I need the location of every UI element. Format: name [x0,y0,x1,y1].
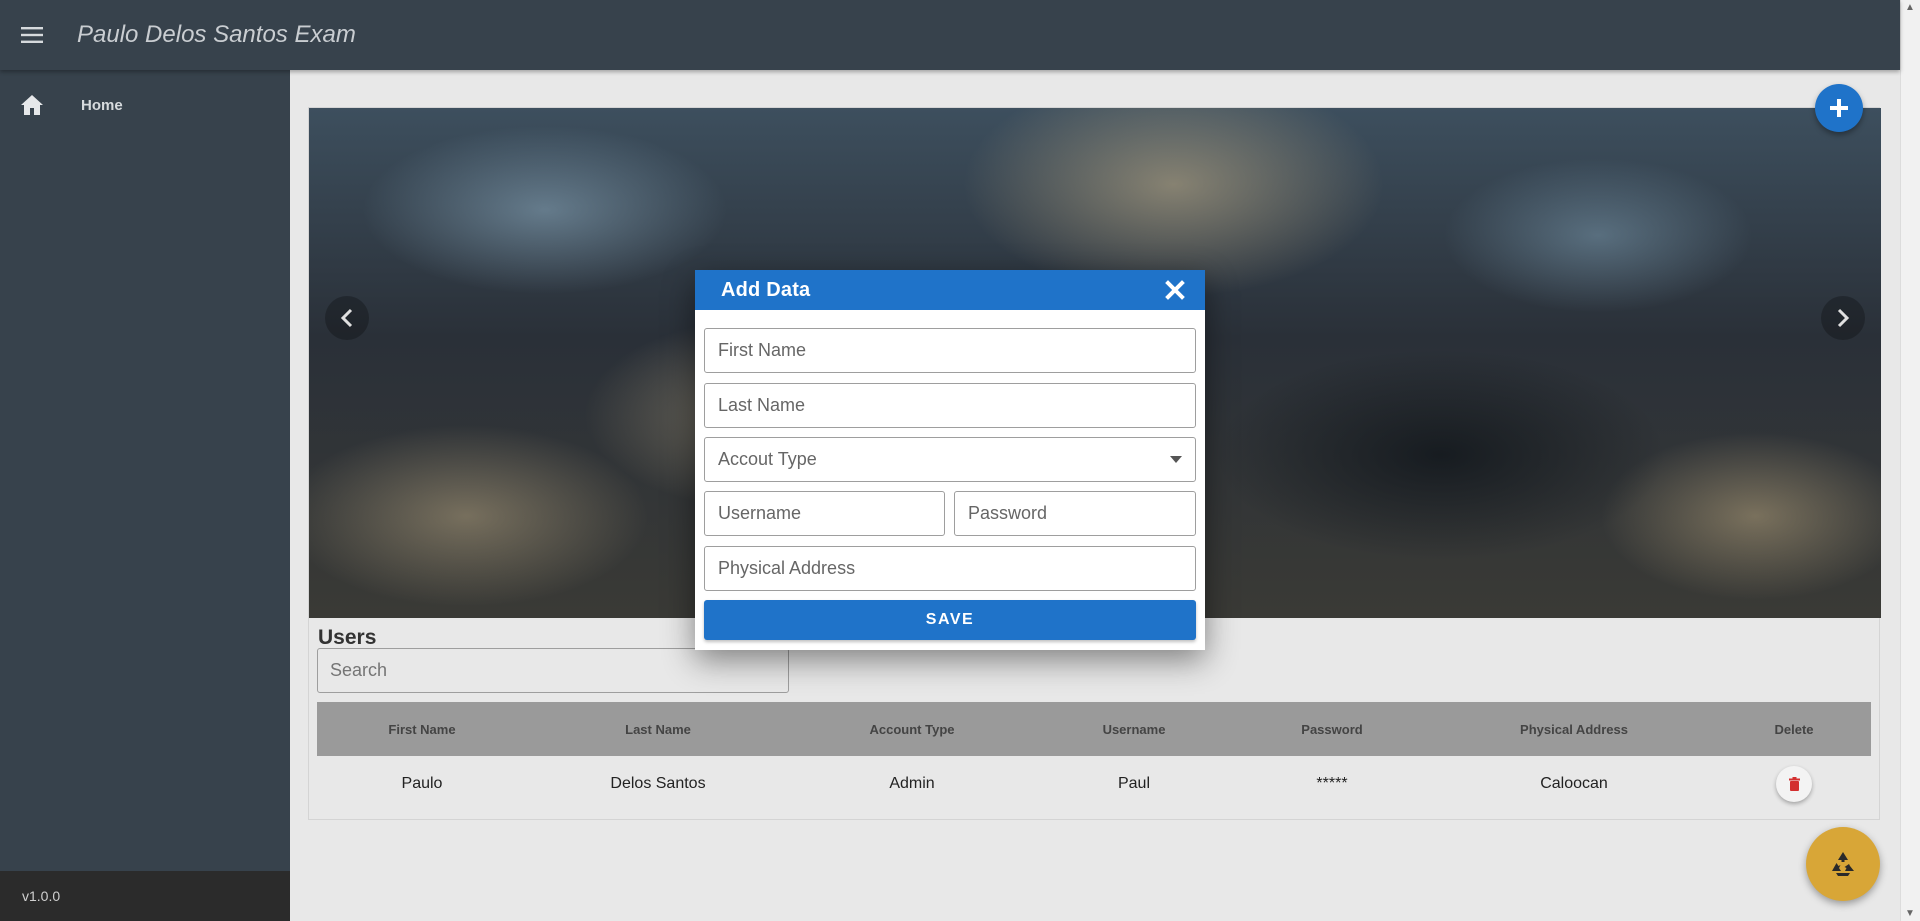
cell-address: Caloocan [1540,775,1608,792]
scroll-up-icon[interactable]: ▲ [1905,2,1915,13]
sidebar: Home v1.0.0 [0,70,290,921]
close-icon [1165,280,1185,300]
sidebar-item-home[interactable]: Home [0,70,290,140]
search-input[interactable] [317,648,789,693]
chevron-right-icon [1837,308,1850,328]
scroll-down-icon[interactable]: ▼ [1905,908,1915,919]
recycle-bin-button[interactable] [1806,827,1880,901]
last-name-field[interactable] [704,383,1196,428]
column-header: Delete [1774,721,1814,737]
password-field[interactable] [954,491,1196,536]
home-icon [0,94,64,116]
save-button[interactable]: SAVE [704,600,1196,640]
sidebar-item-label: Home [81,96,123,114]
app-title: Paulo Delos Santos Exam [77,21,356,48]
dropdown-arrow-icon [1170,456,1182,463]
column-header: First Name [388,721,456,737]
dialog-close-button[interactable] [1165,280,1185,300]
carousel-prev-button[interactable] [325,296,369,340]
users-heading: Users [318,626,377,649]
account-type-placeholder: Accout Type [718,449,817,469]
delete-row-button[interactable] [1776,766,1812,802]
physical-address-field[interactable] [704,546,1196,591]
menu-button[interactable] [0,0,64,70]
dialog-header: Add Data [695,270,1205,310]
cell-password: ***** [1316,775,1348,792]
plus-icon [1830,99,1848,117]
cell-delete [1717,766,1871,802]
version-label: v1.0.0 [0,871,290,921]
cell-account-type: Admin [889,775,935,792]
cell-last-name: Delos Santos [610,775,706,792]
page-scrollbar[interactable]: ▲ ▼ [1900,0,1920,921]
chevron-left-icon [340,308,353,328]
first-name-field[interactable] [704,328,1196,373]
app-root: Paulo Delos Santos Exam Home v1.0.0 User… [0,0,1920,921]
dialog-title: Add Data [721,278,811,301]
table-row: Paulo Delos Santos Admin Paul ***** Calo… [317,756,1871,812]
username-field[interactable] [704,491,945,536]
add-data-dialog: Add Data Accout Type SAVE [695,270,1205,650]
column-header: Account Type [869,721,955,737]
hamburger-menu-icon [21,27,43,43]
carousel-next-button[interactable] [1821,296,1865,340]
users-table: First Name Last Name Account Type Userna… [317,702,1871,812]
cell-username: Paul [1117,775,1151,792]
cell-first-name: Paulo [401,775,443,792]
column-header: Physical Address [1520,721,1628,737]
trash-icon [1788,777,1800,791]
app-bar: Paulo Delos Santos Exam [0,0,1900,70]
account-type-select[interactable]: Accout Type [704,437,1196,482]
column-header: Last Name [625,721,691,737]
column-header: Password [1301,721,1363,737]
column-header: Username [1102,721,1166,737]
recycle-icon [1832,852,1854,876]
add-data-button[interactable] [1815,84,1863,132]
table-header: First Name Last Name Account Type Userna… [317,702,1871,756]
